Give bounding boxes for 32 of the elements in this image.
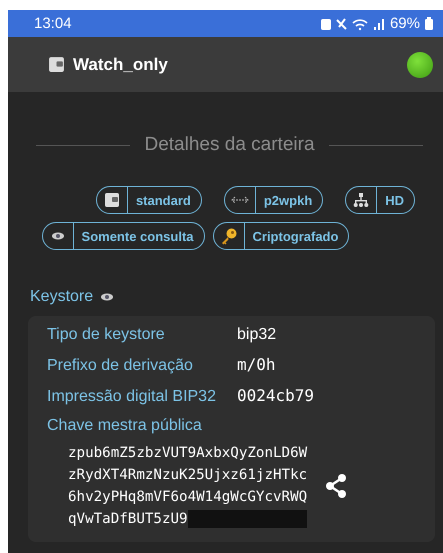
wallet-tag: standard xyxy=(96,186,202,214)
wallet-tag: HD xyxy=(345,186,416,214)
keystore-title: Keystore xyxy=(30,288,94,306)
wallet-title: Watch_only xyxy=(73,54,168,74)
public-key-line: qVwTaDfBUT5zU9 xyxy=(68,511,188,527)
wallet-tag: Criptografado xyxy=(212,222,350,250)
field-label: Prefixo de derivação xyxy=(47,357,194,375)
arrows-icon xyxy=(230,195,249,205)
public-key-line: 6hv2yPHq8mVF6o4W14gWcGYcvRWQ xyxy=(68,489,308,505)
eye-icon xyxy=(101,293,114,301)
eye-icon xyxy=(52,232,64,240)
status-time: 13:04 xyxy=(34,15,72,32)
wallet-tag: p2wpkh xyxy=(224,186,324,214)
connection-status-indicator[interactable] xyxy=(407,52,433,78)
field-label: Tipo de keystore xyxy=(47,326,166,344)
wallet-icon xyxy=(48,56,65,73)
public-key-line: zRydXT4RmzNzuK25Ujxz61jzHTkc xyxy=(68,467,308,483)
field-value: bip32 xyxy=(237,326,276,344)
battery-icon xyxy=(425,17,433,30)
battery-percent: 69% xyxy=(390,15,420,32)
share-icon[interactable] xyxy=(325,474,348,498)
wallet-tag: Somente consulta xyxy=(42,222,204,250)
section-title: Detalhes da carteira xyxy=(144,134,315,156)
key-icon xyxy=(220,227,238,245)
wallet-icon xyxy=(104,192,120,208)
field-label: Impressão digital BIP32 xyxy=(47,388,217,406)
status-icons-drawing xyxy=(320,16,385,30)
field-label: Chave mestra pública xyxy=(47,417,203,435)
public-key-line: zpub6mZ5zbzVUT9AxbxQyZonLD6W xyxy=(68,445,308,461)
field-value: 0024cb79 xyxy=(237,386,314,405)
hierarchy-icon xyxy=(353,192,370,208)
field-value: m/0h xyxy=(237,355,276,374)
